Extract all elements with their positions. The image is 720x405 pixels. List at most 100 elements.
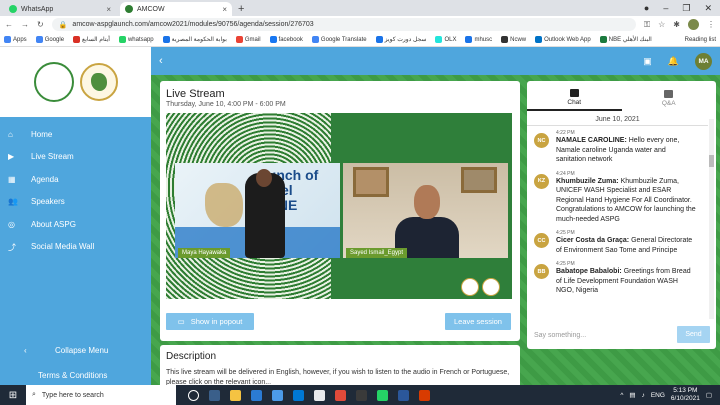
chevron-up-icon[interactable]: ^	[620, 392, 623, 399]
sidebar-item-social-media-wall[interactable]: ⤴ Social Media Wall	[0, 236, 151, 259]
browser-tab-bar: WhatsApp × AMCOW × + ● – ❐ ✕	[0, 0, 720, 16]
extensions-icon[interactable]: ✱	[673, 20, 680, 29]
chat-tabs: Chat Q&A	[527, 85, 716, 111]
chat-avatar[interactable]: KZ	[534, 173, 549, 189]
close-window-icon[interactable]: ✕	[704, 3, 712, 14]
task-view-icon[interactable]	[209, 389, 220, 401]
chat-avatar[interactable]: BB	[534, 264, 549, 279]
top-bar: ‹ ▣ 🔔 MA	[151, 47, 720, 75]
video-stage[interactable]: aunch ofuidelJUNE Maya Hayawaka Sayed Is…	[166, 113, 512, 299]
network-icon[interactable]: ▤	[629, 391, 635, 399]
people-icon: 👥	[8, 197, 18, 207]
sidebar-item-label: Live Stream	[31, 152, 74, 162]
minimize-icon[interactable]: –	[663, 3, 668, 13]
browser-tab-amcow[interactable]: AMCOW ×	[120, 2, 232, 16]
close-tab-icon[interactable]: ×	[222, 5, 227, 14]
taskbar-search[interactable]: ⌕ Type here to search	[26, 385, 176, 405]
bookmark-item[interactable]: OLX	[435, 36, 456, 43]
bell-icon[interactable]: 🔔	[668, 56, 679, 67]
user-avatar[interactable]: MA	[695, 52, 712, 70]
bookmark-label: بوابة الحكومة المصرية	[171, 37, 227, 43]
bookmark-label: OLX	[444, 36, 457, 43]
url-text: amcow-aspglaunch.com/amcow2021/modules/9…	[72, 21, 314, 28]
send-button[interactable]: Send	[677, 326, 710, 343]
chat-scrollbar[interactable]	[709, 119, 714, 319]
video-icon: ▶	[8, 152, 15, 162]
bookmark-item[interactable]: NBE البنك الأهلي	[599, 36, 652, 43]
chat-bubble-icon[interactable]: ▣	[643, 56, 652, 67]
bookmark-item[interactable]: Ncww	[501, 36, 526, 43]
maximize-icon[interactable]: ❐	[682, 3, 690, 14]
office-icon[interactable]	[419, 389, 430, 401]
bookmark-label: Google	[44, 36, 65, 43]
reload-icon[interactable]: ↻	[37, 20, 44, 29]
share-icon: ⤴	[8, 243, 16, 253]
forward-icon[interactable]: →	[21, 20, 29, 29]
new-tab-button[interactable]: +	[238, 2, 244, 16]
chat-messages[interactable]: NC 4:22 PM NAMALE CAROLINE: Hello every on…	[534, 130, 696, 320]
reading-list-button[interactable]: Reading list	[685, 37, 716, 43]
bookmark-icon	[535, 36, 543, 43]
sidebar-item-live-stream[interactable]: ▶ Live Stream	[0, 146, 151, 169]
bookmark-label: facebook	[278, 36, 303, 43]
edge-icon[interactable]	[251, 389, 262, 401]
key-icon[interactable]: ⚿	[644, 20, 650, 30]
profile-menu-icon[interactable]: ●	[644, 3, 649, 13]
tab-qa[interactable]: Q&A	[622, 85, 717, 111]
menu-dots-icon[interactable]: ⋮	[707, 20, 715, 29]
word-icon[interactable]	[398, 389, 409, 401]
tab-chat[interactable]: Chat	[527, 85, 622, 111]
profile-avatar[interactable]	[688, 19, 699, 30]
show-in-popout-button[interactable]: ▭ Show in popout	[166, 313, 254, 330]
sidebar-item-agenda[interactable]: ▦ Agenda	[0, 168, 151, 191]
chat-input[interactable]: Say something...	[534, 327, 671, 343]
terms-link[interactable]: Terms & Conditions	[38, 371, 107, 380]
notifications-icon[interactable]: ▢	[706, 391, 712, 399]
bookmark-item[interactable]: whatsapp	[118, 36, 154, 43]
whatsapp-icon[interactable]	[377, 389, 388, 401]
star-icon[interactable]: ☆	[658, 20, 665, 29]
chevron-left-icon[interactable]: ‹	[159, 55, 163, 67]
description-text: This live stream will be delivered in En…	[166, 369, 510, 385]
bookmark-item[interactable]: سجل دورت كويز	[375, 36, 426, 43]
sidebar-item-home[interactable]: ⌂ Home	[0, 123, 151, 146]
wall-frame	[353, 167, 389, 197]
leave-session-button[interactable]: Leave session	[445, 313, 511, 330]
clock[interactable]: 5:13 PM 6/10/2021	[671, 387, 700, 403]
volume-icon[interactable]: ♪	[642, 392, 645, 399]
bookmark-item[interactable]: mhusc	[465, 36, 492, 43]
collapse-menu-button[interactable]: ‹ Collapse Menu	[0, 343, 151, 357]
bookmark-item[interactable]: أيتام السابع	[73, 36, 110, 43]
bookmark-item[interactable]: Google Translate	[311, 36, 367, 43]
chat-message: BB 4:25 PM Babatope Babalobi: Greetings fr…	[534, 261, 696, 296]
mail-icon[interactable]	[293, 389, 304, 401]
chat-avatar[interactable]: NC	[534, 133, 549, 148]
chrome-icon[interactable]	[335, 389, 346, 401]
sidebar-item-label: Home	[31, 129, 53, 139]
file-explorer-icon[interactable]	[230, 389, 241, 401]
bookmark-item[interactable]: بوابة الحكومة المصرية	[162, 36, 227, 43]
bookmark-item[interactable]: Apps	[4, 36, 27, 43]
bookmark-icon	[35, 36, 43, 43]
bookmark-item[interactable]: Outlook Web App	[535, 36, 591, 43]
browser-tab-whatsapp[interactable]: WhatsApp ×	[4, 2, 116, 16]
sidebar-item-speakers[interactable]: 👥 Speakers	[0, 191, 151, 214]
bookmark-item[interactable]: Gmail	[235, 36, 261, 43]
windows-start-icon[interactable]: ⊞	[0, 385, 26, 405]
app-icon[interactable]	[356, 389, 367, 401]
cortana-icon[interactable]	[188, 389, 199, 401]
language-indicator[interactable]: ENG	[651, 392, 665, 399]
bookmark-item[interactable]: facebook	[269, 36, 303, 43]
collapse-menu-label: Collapse Menu	[55, 345, 109, 355]
store-icon[interactable]	[272, 389, 283, 401]
sidebar-item-about-aspg[interactable]: ◎ About ASPG	[0, 213, 151, 236]
bookmark-item[interactable]: Google	[35, 36, 65, 43]
chat-author: Cicer Costa da Graça:	[556, 237, 630, 244]
back-icon[interactable]: ←	[5, 20, 13, 29]
scroll-thumb[interactable]	[709, 155, 714, 167]
taskbar-apps	[188, 389, 430, 401]
url-field[interactable]: 🔒 amcow-aspglaunch.com/amcow2021/modules…	[51, 18, 637, 31]
google-icon[interactable]	[314, 389, 325, 401]
close-tab-icon[interactable]: ×	[106, 5, 111, 14]
chat-avatar[interactable]: CC	[534, 233, 549, 248]
